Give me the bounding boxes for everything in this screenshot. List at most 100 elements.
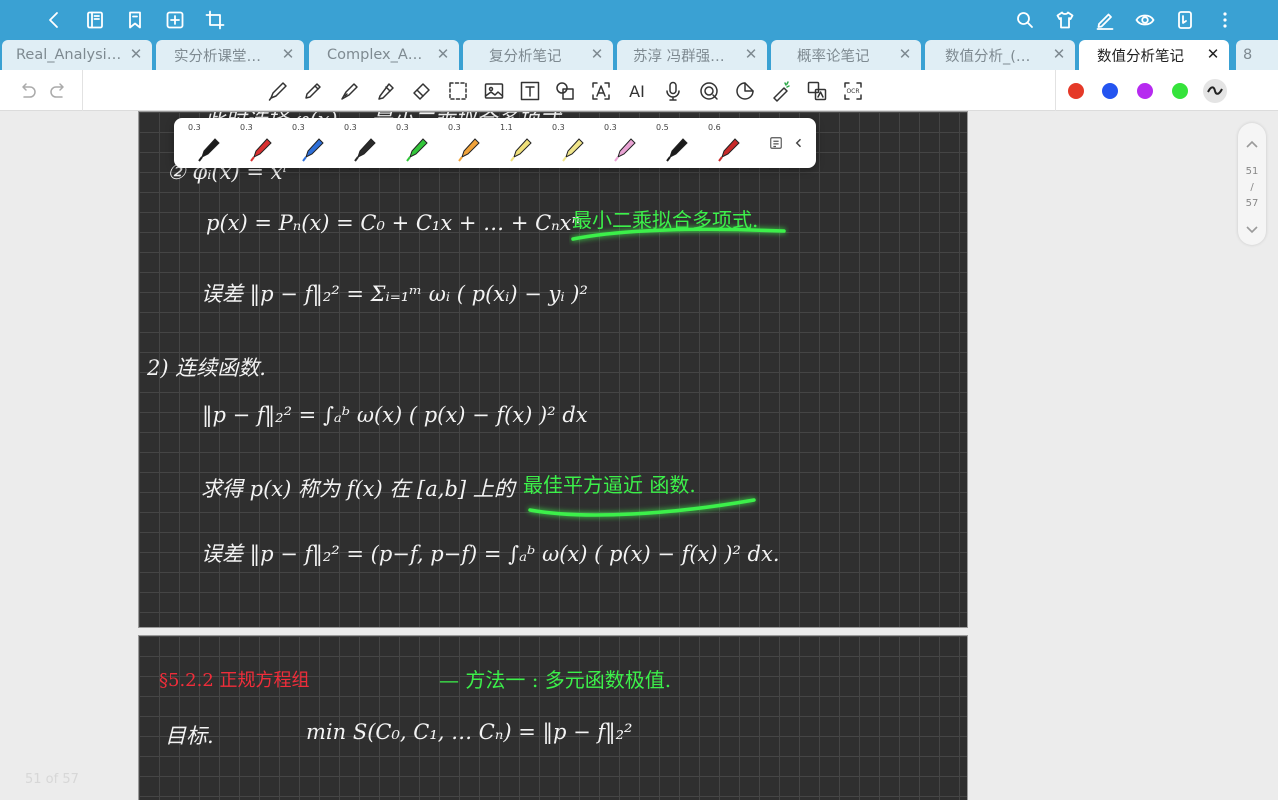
tool-row: AI OCR [0,70,1278,163]
eraser-icon[interactable] [409,78,435,104]
close-icon[interactable]: ✕ [1205,46,1221,62]
pen-icon [250,138,272,162]
handwriting-line: 误差 ‖p − f‖₂² = Σᵢ₌₁ᵐ ωᵢ ( p(xᵢ) − yᵢ )² [201,282,588,306]
tab-real-analysis-class[interactable]: 实分析课堂… ✕ [156,40,304,70]
pencil-icon[interactable] [300,78,326,104]
tab-complex-analysis[interactable]: Complex_A… ✕ [309,40,459,70]
page-scroll-indicator[interactable]: 51 / 57 [1238,123,1266,245]
pen-icon [198,138,220,162]
handwriting-highlight: — 方法一 : 多元函数极值. [439,668,672,692]
chevron-left-icon[interactable] [789,133,809,153]
notebook-icon[interactable] [81,6,109,34]
ai-icon[interactable]: AI [624,78,650,104]
pen-icon [302,138,324,162]
tab-label: 数值分析_(… [945,48,1031,65]
pen-preset[interactable]: 0.3 [236,121,284,165]
pen-edit-icon[interactable] [1091,6,1119,34]
phone-tablet-icon[interactable] [1171,6,1199,34]
back-icon[interactable] [40,6,68,34]
color-green[interactable] [1172,83,1188,99]
close-icon[interactable]: ✕ [743,46,759,62]
pen-preset[interactable]: 0.5 [652,121,700,165]
chevron-down-icon[interactable] [1244,221,1260,237]
translate-icon[interactable] [804,78,830,104]
bookmark-icon[interactable] [121,6,149,34]
sticker-icon[interactable] [732,78,758,104]
pen-preset[interactable]: 0.3 [548,121,596,165]
laser-pointer-icon[interactable] [768,78,794,104]
pen-size-label: 0.3 [292,123,305,132]
add-page-icon[interactable] [161,6,189,34]
pen-icon [718,138,740,162]
underline-stroke [571,227,786,241]
page-indicator: 51 of 57 [25,772,79,787]
current-page: 51 [1245,166,1259,177]
close-icon[interactable]: ✕ [1051,46,1067,62]
pen-size-label: 0.3 [396,123,409,132]
shirt-icon[interactable] [1051,6,1079,34]
audio-icon[interactable] [696,78,722,104]
close-icon[interactable]: ✕ [435,46,451,62]
tab-count-badge[interactable]: 8 [1236,40,1278,70]
fountain-pen-icon[interactable] [337,78,363,104]
stroke-style-icon[interactable] [1203,79,1227,103]
divider [1055,70,1056,111]
text-box-icon[interactable] [517,78,543,104]
pen-size-label: 0.6 [708,123,721,132]
pen-preset[interactable]: 0.3 [184,121,232,165]
color-purple[interactable] [1137,83,1153,99]
tab-real-analysis[interactable]: Real_Analysi… ✕ [2,40,152,70]
top-toolbar [0,0,1278,40]
total-pages: 57 [1245,198,1259,209]
microphone-icon[interactable] [660,78,686,104]
crop-icon[interactable] [201,6,229,34]
pen-icon[interactable] [265,78,291,104]
close-icon[interactable]: ✕ [589,46,605,62]
tab-complex-notes[interactable]: 复分析笔记 ✕ [463,40,613,70]
handwriting-line: 目标. [165,724,214,748]
pen-palette: 0.3 0.3 0.3 0.3 0.3 0.3 1.1 0.3 0.3 0.5 0.6 [174,118,816,168]
tab-numerical-notes[interactable]: 数值分析笔记 ✕ [1079,40,1229,70]
ai-label: AI [629,81,645,101]
pen-size-label: 0.5 [656,123,669,132]
more-icon[interactable] [1211,6,1239,34]
section-heading: §5.2.2 正规方程组 [159,670,310,691]
highlighter-icon[interactable] [373,78,399,104]
color-red[interactable] [1068,83,1084,99]
color-blue[interactable] [1102,83,1118,99]
handwriting-line: min S(C₀, C₁, … Cₙ) = ‖p − f‖₂² [306,720,633,744]
pen-preset[interactable]: 0.3 [288,121,336,165]
pen-size-label: 0.3 [240,123,253,132]
handwriting-line: 2) 连续函数. [147,356,266,380]
pen-size-label: 0.3 [552,123,565,132]
search-icon[interactable] [1011,6,1039,34]
close-icon[interactable]: ✕ [280,46,296,62]
pen-icon [510,138,532,162]
pen-preset[interactable]: 0.3 [392,121,440,165]
close-icon[interactable]: ✕ [897,46,913,62]
pen-preset[interactable]: 0.6 [704,121,752,165]
pen-settings-icon[interactable] [766,133,786,153]
pen-preset[interactable]: 0.3 [600,121,648,165]
tab-numerical-analysis[interactable]: 数值分析_(… ✕ [925,40,1075,70]
image-icon[interactable] [481,78,507,104]
pen-icon [562,138,584,162]
shape-icon[interactable] [552,78,578,104]
ocr-icon[interactable]: OCR [840,78,866,104]
lasso-select-icon[interactable] [445,78,471,104]
redo-icon[interactable] [46,78,72,104]
pen-size-label: 1.1 [500,123,513,132]
close-icon[interactable]: ✕ [128,46,144,62]
note-page[interactable]: §5.2.2 正规方程组 — 方法一 : 多元函数极值. 目标. min S(C… [138,635,968,800]
pen-preset[interactable]: 0.3 [340,121,388,165]
text-recognize-icon[interactable] [588,78,614,104]
note-page[interactable]: 此时选择 φ(x) ... 最小二乘拟合多项式 ② φᵢ(x) = xⁱ p(x… [138,111,968,628]
undo-icon[interactable] [14,78,40,104]
chevron-up-icon[interactable] [1244,137,1260,153]
eye-icon[interactable] [1131,6,1159,34]
pen-preset[interactable]: 1.1 [496,121,544,165]
tab-probability-notes[interactable]: 概率论笔记 ✕ [771,40,921,70]
pen-preset[interactable]: 0.3 [444,121,492,165]
tab-probability-book[interactable]: 苏淳 冯群强… ✕ [617,40,767,70]
pen-size-label: 0.3 [188,123,201,132]
